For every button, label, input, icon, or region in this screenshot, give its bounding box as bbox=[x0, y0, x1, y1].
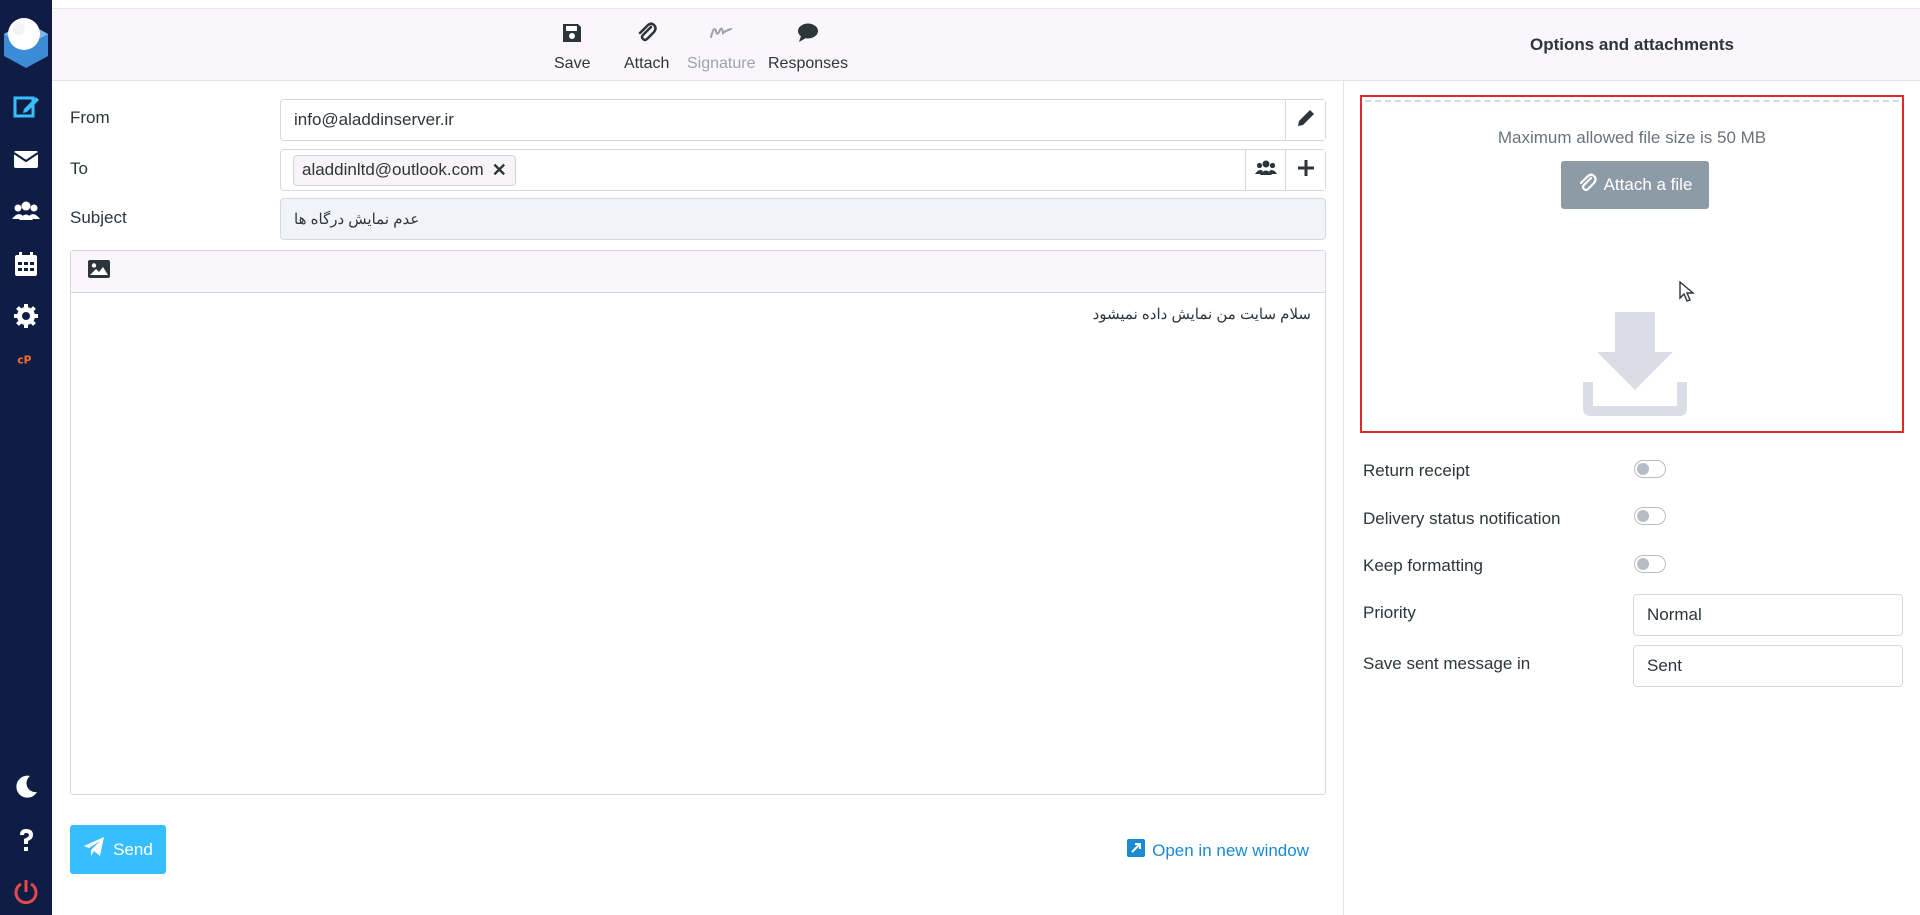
remove-recipient-icon[interactable]: ✕ bbox=[492, 160, 507, 181]
compose-icon bbox=[11, 91, 41, 126]
attach-button[interactable]: Attach bbox=[624, 21, 669, 73]
plus-icon bbox=[1295, 157, 1317, 184]
save-icon bbox=[560, 21, 584, 55]
send-label: Send bbox=[113, 839, 153, 859]
priority-label: Priority bbox=[1363, 603, 1416, 622]
svg-text:cP: cP bbox=[17, 353, 31, 366]
download-icon bbox=[1583, 312, 1687, 416]
attach-a-file-label: Attach a file bbox=[1603, 175, 1693, 194]
signature-icon bbox=[709, 21, 733, 55]
help-nav-button[interactable] bbox=[0, 820, 52, 864]
return-receipt-label: Return receipt bbox=[1363, 461, 1470, 480]
mail-nav-button[interactable] bbox=[0, 139, 52, 183]
add-header-button[interactable] bbox=[1285, 150, 1325, 190]
to-label: To bbox=[70, 159, 88, 178]
logout-icon bbox=[11, 877, 41, 912]
calendar-icon bbox=[11, 249, 41, 284]
return-receipt-toggle[interactable] bbox=[1634, 460, 1666, 478]
paperclip-icon bbox=[1578, 173, 1604, 198]
attach-a-file-button[interactable]: Attach a file bbox=[1561, 161, 1709, 209]
compose-toolbar: Save Attach Signature Responses bbox=[52, 9, 1344, 81]
help-icon bbox=[11, 825, 41, 860]
priority-value: Normal bbox=[1647, 605, 1702, 624]
dark-mode-icon bbox=[11, 772, 41, 807]
open-new-label: Open in new window bbox=[1152, 840, 1309, 860]
attach-label: Attach bbox=[624, 55, 670, 72]
edit-identity-button[interactable] bbox=[1285, 100, 1325, 140]
cpanel-nav-button[interactable]: cP bbox=[0, 340, 52, 384]
keep-formatting-label: Keep formatting bbox=[1363, 556, 1484, 575]
attachment-dropzone[interactable]: Maximum allowed file size is 50 MB Attac… bbox=[1360, 95, 1904, 433]
comment-icon bbox=[796, 21, 820, 55]
editor-toolbar bbox=[71, 251, 1325, 293]
paperclip-icon bbox=[635, 21, 659, 55]
from-value: info@aladdinserver.ir bbox=[294, 110, 454, 129]
responses-button[interactable]: Responses bbox=[768, 21, 848, 73]
dropzone-area: Maximum allowed file size is 50 MB Attac… bbox=[1365, 100, 1899, 428]
keep-formatting-toggle[interactable] bbox=[1634, 555, 1666, 573]
dark-mode-nav-button[interactable] bbox=[0, 767, 52, 811]
users-icon bbox=[1254, 157, 1277, 184]
main-navigation: cP bbox=[0, 0, 52, 915]
to-field[interactable]: aladdinltd@outlook.com ✕ bbox=[280, 149, 1326, 191]
subject-label: Subject bbox=[70, 208, 127, 227]
calendar-nav-button[interactable] bbox=[0, 244, 52, 288]
mouse-cursor-icon bbox=[1679, 280, 1695, 303]
responses-label: Responses bbox=[768, 55, 849, 72]
options-title: Options and attachments bbox=[1344, 9, 1920, 81]
external-link-icon bbox=[1126, 838, 1152, 863]
compose-pane: Save Attach Signature Responses From inf… bbox=[52, 9, 1344, 915]
contacts-nav-button[interactable] bbox=[0, 191, 52, 235]
options-pane: Options and attachments Maximum allowed … bbox=[1344, 9, 1920, 915]
dsn-label: Delivery status notification bbox=[1363, 509, 1561, 528]
save-sent-value: Sent bbox=[1647, 656, 1682, 675]
recipient-address: aladdinltd@outlook.com bbox=[302, 160, 484, 179]
send-button[interactable]: Send bbox=[70, 825, 166, 874]
top-divider bbox=[52, 0, 1920, 9]
image-icon[interactable] bbox=[87, 259, 111, 284]
max-file-size-text: Maximum allowed file size is 50 MB bbox=[1497, 128, 1767, 147]
message-body[interactable]: سلام سایت من نمایش داده نمیشود bbox=[71, 293, 1325, 335]
contacts-icon bbox=[11, 196, 41, 231]
add-contact-group-button[interactable] bbox=[1245, 150, 1285, 190]
priority-select[interactable]: Normal bbox=[1633, 594, 1903, 636]
save-sent-label: Save sent message in bbox=[1363, 654, 1531, 673]
send-icon bbox=[83, 836, 113, 863]
subject-value: عدم نمایش درگاه ها bbox=[294, 211, 420, 228]
dsn-toggle[interactable] bbox=[1634, 507, 1666, 525]
mail-icon bbox=[11, 144, 41, 179]
subject-input[interactable]: عدم نمایش درگاه ها bbox=[280, 198, 1326, 240]
pencil-icon bbox=[1295, 107, 1317, 134]
signature-button[interactable]: Signature bbox=[687, 21, 756, 73]
message-text: سلام سایت من نمایش داده نمیشود bbox=[1092, 306, 1311, 323]
recipient-chip: aladdinltd@outlook.com ✕ bbox=[293, 154, 516, 186]
logout-nav-button[interactable] bbox=[0, 872, 52, 915]
save-button[interactable]: Save bbox=[554, 21, 590, 73]
from-label: From bbox=[70, 108, 110, 127]
open-in-new-window-link[interactable]: Open in new window bbox=[1126, 838, 1309, 863]
cpanel-icon: cP bbox=[16, 350, 36, 375]
settings-nav-button[interactable] bbox=[0, 296, 52, 340]
save-sent-select[interactable]: Sent bbox=[1633, 645, 1903, 687]
settings-icon bbox=[11, 301, 41, 336]
app-logo[interactable] bbox=[0, 12, 52, 72]
save-label: Save bbox=[554, 55, 591, 72]
message-editor: سلام سایت من نمایش داده نمیشود bbox=[70, 250, 1326, 795]
compose-nav-button[interactable] bbox=[0, 86, 52, 130]
signature-label: Signature bbox=[687, 55, 756, 72]
from-field[interactable]: info@aladdinserver.ir bbox=[280, 99, 1326, 141]
